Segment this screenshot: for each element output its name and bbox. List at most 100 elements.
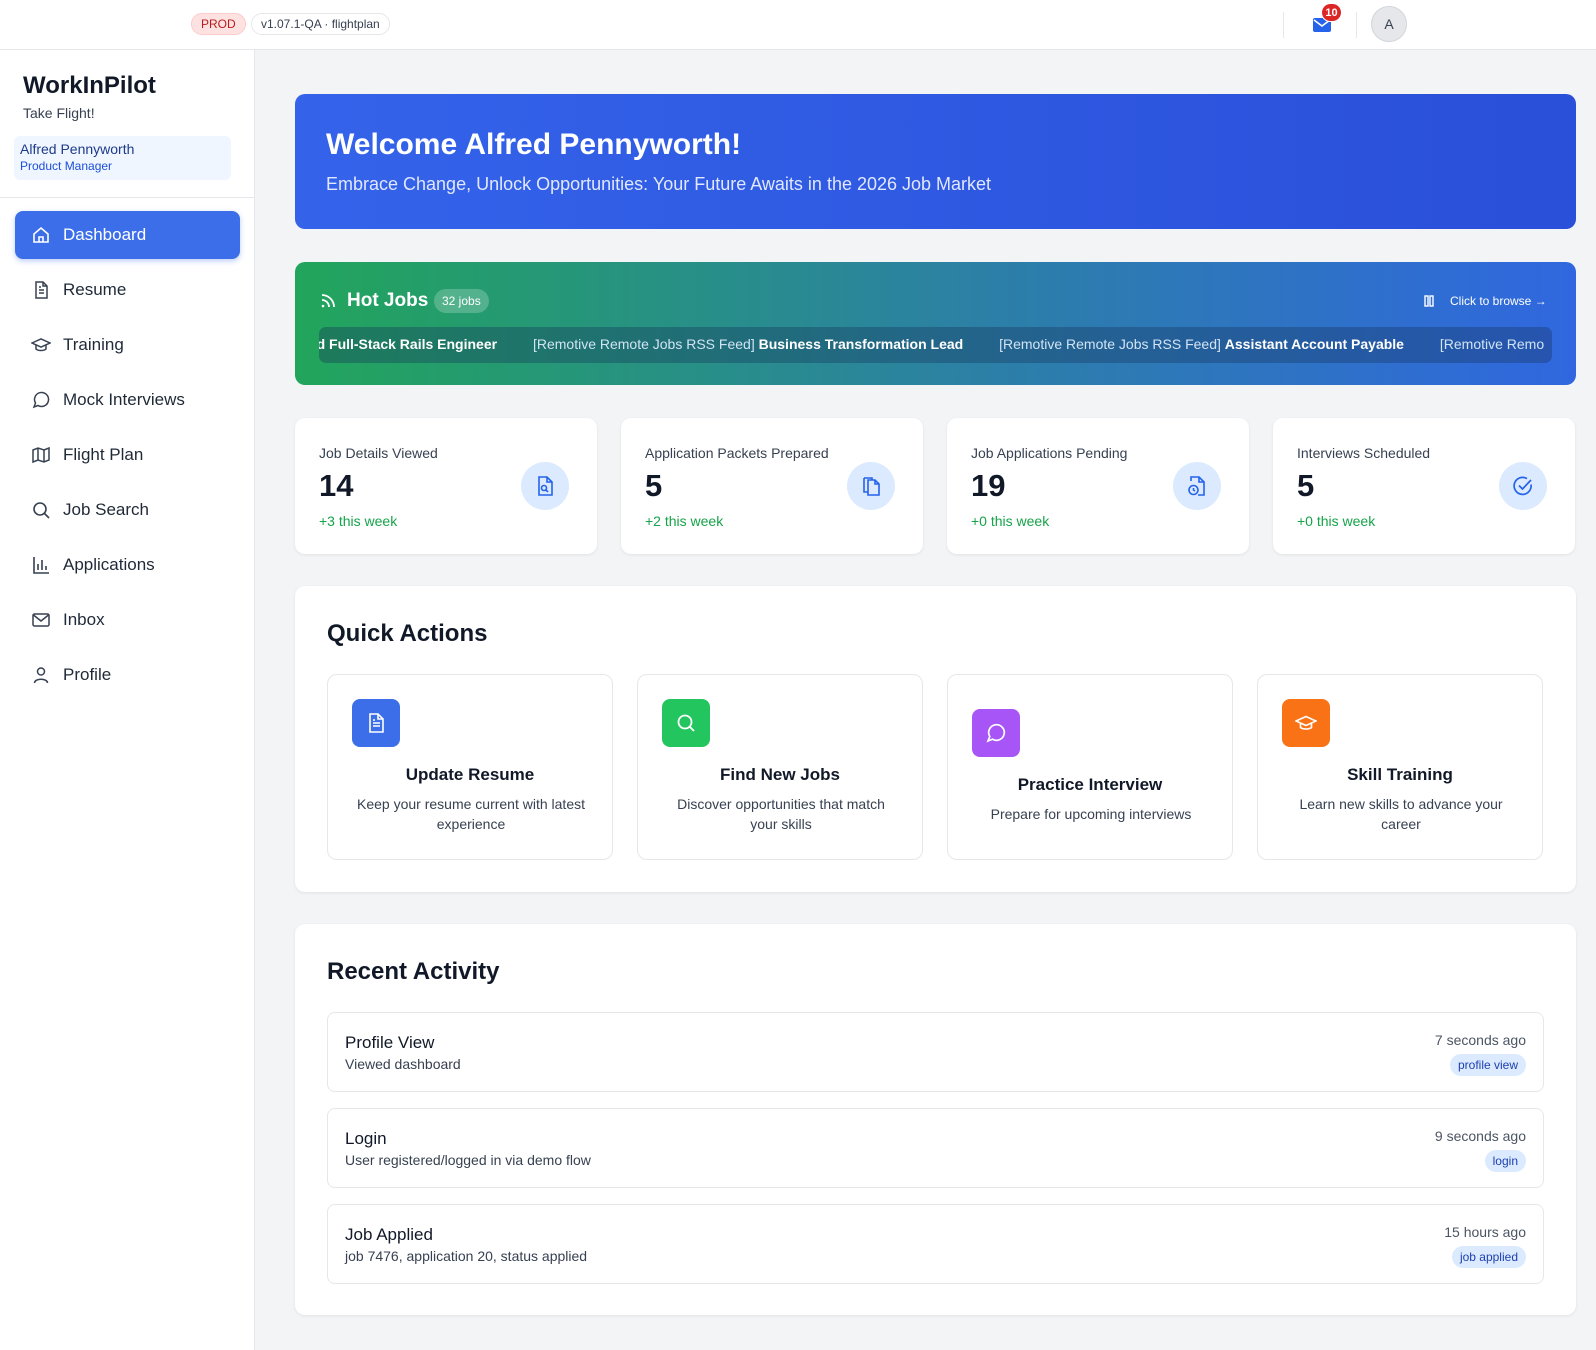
sidebar-item-label: Inbox — [63, 610, 105, 629]
stat-card-application-packets[interactable]: Application Packets Prepared 5 +2 this w… — [621, 418, 923, 554]
stat-delta: +0 this week — [971, 513, 1050, 529]
brand-tagline: Take Flight! — [23, 105, 95, 121]
hot-jobs-count: 32 jobs — [434, 289, 489, 313]
ticker-track: ead Full-Stack Rails Engineer [Remotive … — [319, 336, 1552, 352]
user-icon — [31, 665, 51, 685]
sidebar-item-label: Resume — [63, 280, 127, 299]
sidebar-item-applications[interactable]: Applications — [15, 541, 240, 589]
stat-label: Application Packets Prepared — [645, 445, 829, 461]
mail-icon — [31, 610, 51, 630]
hot-jobs-banner[interactable]: Hot Jobs 32 jobs Click to browse → ead F… — [295, 262, 1576, 385]
user-avatar[interactable]: A — [1371, 6, 1407, 42]
top-bar: PROD v1.07.1-QA · flightplan 10 A — [0, 0, 1596, 50]
quick-action-desc: Discover opportunities that match your s… — [677, 796, 885, 832]
welcome-title: Welcome Alfred Pennyworth! — [326, 128, 742, 161]
sidebar: WorkInPilot Take Flight! Alfred Pennywor… — [0, 50, 255, 1350]
stat-value: 19 — [971, 468, 1006, 503]
quick-action-desc: Learn new skills to advance your career — [1299, 796, 1503, 832]
quick-action-desc: Keep your resume current with latest exp… — [357, 796, 585, 832]
pause-icon[interactable] — [1423, 294, 1435, 312]
sidebar-item-resume[interactable]: Resume — [15, 266, 240, 314]
activity-title: Login — [345, 1129, 387, 1148]
ticker-item[interactable]: ead Full-Stack Rails Engineer — [319, 336, 497, 352]
quick-action-find-new-jobs[interactable]: Find New Jobs Discover opportunities tha… — [637, 674, 923, 860]
activity-desc: job 7476, application 20, status applied — [345, 1248, 588, 1264]
welcome-subtitle: Embrace Change, Unlock Opportunities: Yo… — [326, 174, 992, 194]
document-icon — [352, 699, 400, 747]
sidebar-item-label: Flight Plan — [63, 445, 144, 464]
stat-delta: +2 this week — [645, 513, 724, 529]
unread-count-badge: 10 — [1321, 3, 1342, 22]
activity-tag: profile view — [1449, 1054, 1526, 1076]
welcome-banner: Welcome Alfred Pennyworth! Embrace Chang… — [295, 94, 1576, 229]
stat-label: Job Details Viewed — [319, 445, 438, 461]
activity-title: Job Applied — [345, 1225, 433, 1244]
activity-tag: job applied — [1451, 1246, 1526, 1268]
sidebar-item-inbox[interactable]: Inbox — [15, 596, 240, 644]
quick-action-skill-training[interactable]: Skill Training Learn new skills to advan… — [1257, 674, 1543, 860]
hot-jobs-title: Hot Jobs — [347, 290, 429, 311]
quick-action-update-resume[interactable]: Update Resume Keep your resume current w… — [327, 674, 613, 860]
stat-delta: +0 this week — [1297, 513, 1376, 529]
sidebar-nav: Dashboard Resume Training Mock Interview… — [15, 211, 240, 706]
sidebar-item-label: Training — [63, 335, 124, 354]
sidebar-item-training[interactable]: Training — [15, 321, 240, 369]
jobs-ticker[interactable]: ead Full-Stack Rails Engineer [Remotive … — [319, 327, 1552, 363]
search-icon — [31, 500, 51, 520]
activity-desc: User registered/logged in via demo flow — [345, 1152, 591, 1168]
stat-label: Job Applications Pending — [971, 445, 1128, 461]
sidebar-item-label: Job Search — [63, 500, 149, 519]
rss-icon — [319, 292, 337, 315]
check-circle-icon — [1499, 462, 1547, 510]
brand-name: WorkInPilot — [23, 72, 156, 99]
stat-value: 14 — [319, 468, 354, 503]
sidebar-divider — [0, 197, 255, 198]
stat-card-applications-pending[interactable]: Job Applications Pending 19 +0 this week — [947, 418, 1249, 554]
sidebar-item-flight-plan[interactable]: Flight Plan — [15, 431, 240, 479]
ticker-item[interactable]: [Remotive Remote Jobs RSS Feed] Assistan… — [999, 336, 1404, 352]
quick-action-title: Update Resume — [405, 765, 535, 784]
map-icon — [31, 445, 51, 465]
stat-value: 5 — [1297, 468, 1315, 503]
activity-time: 7 seconds ago — [1434, 1032, 1526, 1048]
quick-action-desc: Prepare for upcoming interviews — [990, 806, 1192, 822]
quick-action-title: Skill Training — [1347, 765, 1453, 784]
chat-bubble-icon — [31, 390, 51, 410]
sidebar-item-job-search[interactable]: Job Search — [15, 486, 240, 534]
quick-actions-panel: Quick Actions Update Resume Keep your re… — [295, 586, 1576, 892]
environment-badge: PROD — [191, 13, 246, 35]
activity-desc: Viewed dashboard — [345, 1056, 461, 1072]
sidebar-item-dashboard[interactable]: Dashboard — [15, 211, 240, 259]
browse-jobs-link[interactable]: Click to browse → — [1450, 294, 1547, 308]
ticker-item[interactable]: [Remotive Remo — [1440, 336, 1544, 352]
sidebar-item-label: Dashboard — [63, 225, 147, 244]
quick-action-title: Find New Jobs — [720, 765, 840, 784]
sidebar-item-label: Mock Interviews — [63, 390, 185, 409]
quick-action-title: Practice Interview — [1017, 775, 1163, 794]
copy-documents-icon — [847, 462, 895, 510]
sidebar-item-mock-interviews[interactable]: Mock Interviews — [15, 376, 240, 424]
ticker-item[interactable]: [Remotive Remote Jobs RSS Feed] Business… — [533, 336, 963, 352]
activity-title: Profile View — [345, 1033, 435, 1052]
version-badge: v1.07.1-QA · flightplan — [251, 13, 390, 35]
activity-tag: login — [1484, 1150, 1526, 1172]
activity-item[interactable]: Profile View Viewed dashboard 7 seconds … — [327, 1012, 1544, 1092]
search-icon — [662, 699, 710, 747]
quick-actions-title: Quick Actions — [327, 620, 488, 647]
sidebar-item-profile[interactable]: Profile — [15, 651, 240, 699]
activity-time: 9 seconds ago — [1434, 1128, 1526, 1144]
activity-time: 15 hours ago — [1444, 1224, 1526, 1240]
file-clock-icon — [1173, 462, 1221, 510]
stat-card-job-details-viewed[interactable]: Job Details Viewed 14 +3 this week — [295, 418, 597, 554]
activity-item[interactable]: Login User registered/logged in via demo… — [327, 1108, 1544, 1188]
stat-card-interviews-scheduled[interactable]: Interviews Scheduled 5 +0 this week — [1273, 418, 1575, 554]
user-card[interactable]: Alfred Pennyworth Product Manager — [14, 136, 231, 180]
stat-value: 5 — [645, 468, 663, 503]
quick-action-practice-interview[interactable]: Practice Interview Prepare for upcoming … — [947, 674, 1233, 860]
file-search-icon — [521, 462, 569, 510]
activity-item[interactable]: Job Applied job 7476, application 20, st… — [327, 1204, 1544, 1284]
topbar-divider — [1283, 12, 1284, 38]
user-role: Product Manager — [20, 159, 113, 173]
sidebar-item-label: Profile — [63, 665, 112, 684]
home-icon — [31, 225, 51, 245]
